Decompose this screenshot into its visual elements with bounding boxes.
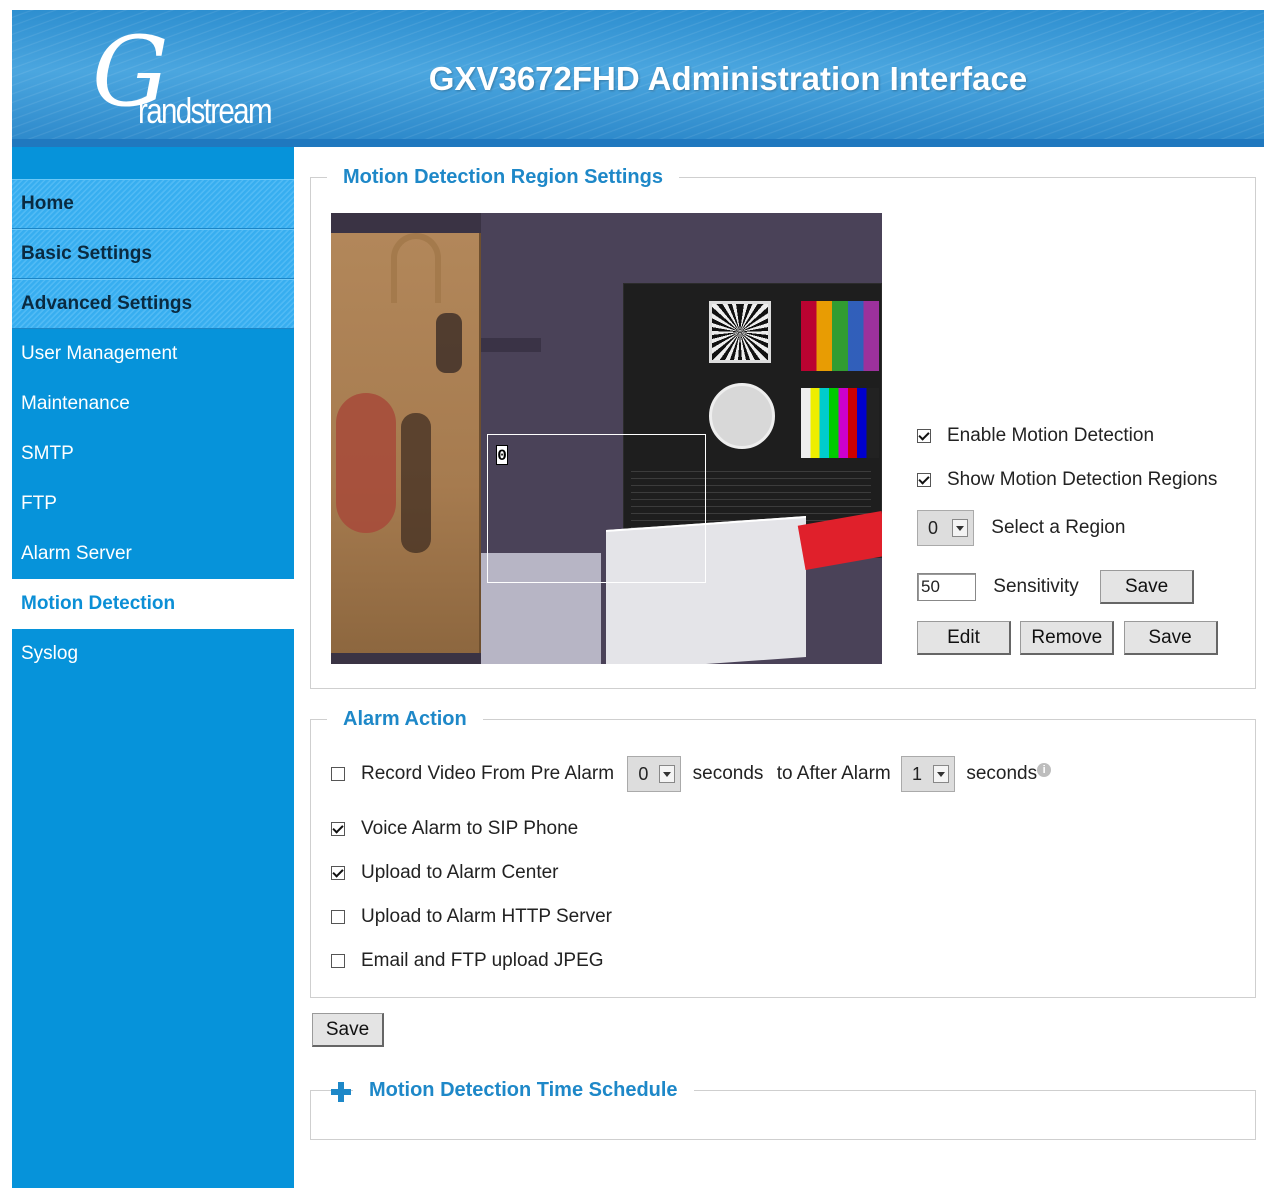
record-video-checkbox[interactable] xyxy=(331,767,345,781)
sidebar-item-ftp[interactable]: FTP xyxy=(12,479,294,529)
chevron-down-icon xyxy=(933,765,950,783)
sidebar-item-maintenance[interactable]: Maintenance xyxy=(12,379,294,429)
region-settings-legend: Motion Detection Region Settings xyxy=(327,162,679,192)
sidebar-item-home[interactable]: Home xyxy=(12,179,294,229)
plus-icon[interactable] xyxy=(331,1082,351,1102)
sidebar-item-alarm-server[interactable]: Alarm Server xyxy=(12,529,294,579)
upload-center-label: Upload to Alarm Center xyxy=(361,862,559,883)
time-schedule-panel: Motion Detection Time Schedule xyxy=(310,1075,1256,1140)
region-actions-row: Edit Remove Save xyxy=(917,621,1218,655)
chevron-down-icon xyxy=(659,765,676,783)
upload-center-checkbox[interactable] xyxy=(331,865,345,880)
after-alarm-value: 1 xyxy=(912,764,923,784)
video-star-chart xyxy=(709,301,771,363)
video-preview[interactable]: 0 xyxy=(331,213,882,664)
show-regions-checkbox[interactable] xyxy=(917,472,931,487)
email-ftp-checkbox[interactable] xyxy=(331,953,345,968)
sidebar-item-motion-detection[interactable]: Motion Detection xyxy=(12,579,294,629)
enable-motion-row: Enable Motion Detection xyxy=(917,425,1154,447)
video-circle-chart xyxy=(709,383,775,449)
show-regions-label: Show Motion Detection Regions xyxy=(947,469,1218,490)
upload-http-checkbox[interactable] xyxy=(331,909,345,924)
pre-alarm-select[interactable]: 0 xyxy=(627,756,682,792)
video-paper-bag xyxy=(331,233,481,653)
pre-alarm-value: 0 xyxy=(638,764,649,784)
after-alarm-select[interactable]: 1 xyxy=(901,756,956,792)
motion-region-box[interactable] xyxy=(487,434,706,583)
seconds-label-1: seconds xyxy=(692,763,764,785)
video-color-chart xyxy=(801,301,879,371)
sensitivity-row: 50 Sensitivity Save xyxy=(917,570,1195,604)
time-schedule-legend[interactable]: Motion Detection Time Schedule xyxy=(353,1075,694,1105)
voice-alarm-checkbox[interactable] xyxy=(331,821,345,836)
sensitivity-input[interactable]: 50 xyxy=(917,573,976,601)
sidebar-item-smtp[interactable]: SMTP xyxy=(12,429,294,479)
region-select-value: 0 xyxy=(928,518,939,538)
video-bag-spoon xyxy=(401,413,431,553)
email-ftp-label: Email and FTP upload JPEG xyxy=(361,950,604,971)
voice-alarm-row: Voice Alarm to SIP Phone xyxy=(331,818,578,840)
edit-button[interactable]: Edit xyxy=(917,621,1011,655)
video-bag-bottle xyxy=(436,313,462,373)
region-select[interactable]: 0 xyxy=(917,510,974,546)
sidebar-item-basic-settings[interactable]: Basic Settings xyxy=(12,229,294,279)
sensitivity-save-button[interactable]: Save xyxy=(1100,570,1195,604)
alarm-action-legend: Alarm Action xyxy=(327,704,483,734)
chevron-down-icon xyxy=(952,519,968,537)
region-settings-panel: Motion Detection Region Settings 0 Enabl… xyxy=(310,162,1256,689)
video-bag-strap xyxy=(391,233,441,303)
record-video-label: Record Video From Pre Alarm xyxy=(361,763,615,785)
to-after-alarm-label: to After Alarm xyxy=(776,763,891,785)
sidebar-item-user-management[interactable]: User Management xyxy=(12,329,294,379)
page-title: GXV3672FHD Administration Interface xyxy=(428,60,1028,97)
show-regions-row: Show Motion Detection Regions xyxy=(917,469,1217,491)
voice-alarm-label: Voice Alarm to SIP Phone xyxy=(361,818,579,839)
alarm-action-panel: Alarm Action Record Video From Pre Alarm… xyxy=(310,704,1256,998)
video-bars-chart xyxy=(801,388,879,458)
seconds-label-2: seconds xyxy=(966,763,1038,785)
motion-region-label: 0 xyxy=(496,445,508,465)
sidebar-item-syslog[interactable]: Syslog xyxy=(12,629,294,679)
header-banner: G randstream GXV3672FHD Administration I… xyxy=(12,10,1264,147)
record-video-row: Record Video From Pre Alarm 0 seconds to… xyxy=(331,756,1052,792)
upload-http-label: Upload to Alarm HTTP Server xyxy=(361,906,612,927)
video-bag-print xyxy=(336,393,396,533)
region-save-button[interactable]: Save xyxy=(1123,621,1218,655)
sidebar-item-advanced-settings[interactable]: Advanced Settings xyxy=(12,279,294,329)
sidebar: Home Basic Settings Advanced Settings Us… xyxy=(12,147,294,1188)
select-region-row: 0 Select a Region xyxy=(917,510,1125,546)
select-region-label: Select a Region xyxy=(991,517,1126,539)
upload-http-row: Upload to Alarm HTTP Server xyxy=(331,906,612,928)
enable-motion-checkbox[interactable] xyxy=(917,428,931,443)
info-icon[interactable]: i xyxy=(1037,763,1052,778)
sensitivity-label: Sensitivity xyxy=(993,576,1079,597)
remove-button[interactable]: Remove xyxy=(1020,621,1115,655)
enable-motion-label: Enable Motion Detection xyxy=(947,425,1155,446)
upload-center-row: Upload to Alarm Center xyxy=(331,862,559,884)
email-ftp-row: Email and FTP upload JPEG xyxy=(331,950,604,972)
save-button[interactable]: Save xyxy=(312,1013,384,1047)
video-wall-shadow xyxy=(481,338,541,352)
